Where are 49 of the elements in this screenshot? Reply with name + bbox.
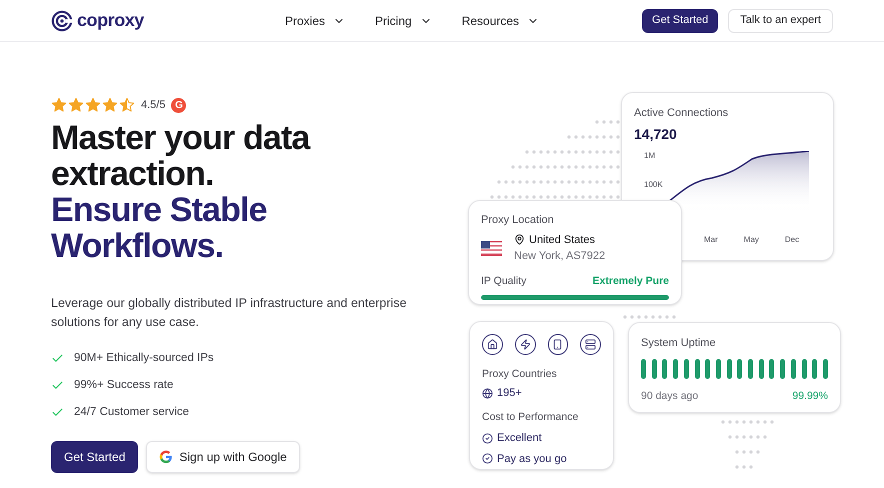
check-circle-icon [482,432,493,444]
nav-menu[interactable]: Proxies [285,12,346,30]
us-flag-icon [481,240,502,256]
get-started-button[interactable]: Get Started [51,441,138,474]
google-icon [159,450,174,464]
cost-item: Pay as you go [497,452,567,466]
uptime-since: 90 days ago [641,388,698,404]
axis-label: May [744,234,759,246]
nav-menu[interactable]: Resources [462,12,540,30]
location-pin-icon [514,234,525,246]
cost-item: Excellent [497,431,542,446]
rating-score: 4.5/5 [141,98,166,113]
feature-text: 24/7 Customer service [74,405,190,420]
server-icon [580,334,601,355]
globe-icon [482,388,493,398]
uptime-value: 99.99% [792,388,828,404]
axis-label: Dec [784,234,800,246]
hero-description: Leverage our globally distributed IP infrastructure and enterprise solutions for any use case. [51,294,408,331]
nav-menu[interactable]: Pricing [375,12,432,30]
google-signup-button[interactable]: Sign up with Google [146,441,300,474]
card-title: Proxy Location [481,213,554,228]
phone-icon [548,334,568,355]
country-name: United States [529,232,596,248]
countries-value: 195+ [497,386,522,401]
feature-text: 99%+ Success rate [74,378,174,393]
card-title: System Uptime [641,336,716,351]
axis-label: 100K [644,179,663,191]
countries-label: Proxy Countries [482,367,557,382]
quality-value: Extremely Pure [592,274,669,288]
logo-icon [51,10,73,32]
talk-to-expert-button[interactable]: Talk to an expert [728,8,833,32]
axis-label: Mar [704,234,718,246]
headline: extraction. [51,156,214,192]
feature-text: 90M+ Ethically-sourced IPs [74,350,214,366]
headline-accent: Ensure Stable [51,192,267,228]
logo-text: coproxy [77,9,144,32]
quality-label: IP Quality [481,274,526,288]
location-detail: New York, AS7922 [514,249,606,264]
check-circle-icon [482,453,493,464]
axis-label: 1M [644,150,656,162]
cost-label: Cost to Performance [482,410,578,426]
lightning-icon [514,334,536,355]
card-title: Active Connections [634,106,728,121]
house-icon [482,334,503,355]
headline-accent: Workflows. [51,228,224,264]
get-started-button[interactable]: Get Started [642,8,718,32]
connections-value: 14,720 [634,124,677,144]
review-badge: G [171,98,186,113]
headline: Master your data [51,120,310,156]
